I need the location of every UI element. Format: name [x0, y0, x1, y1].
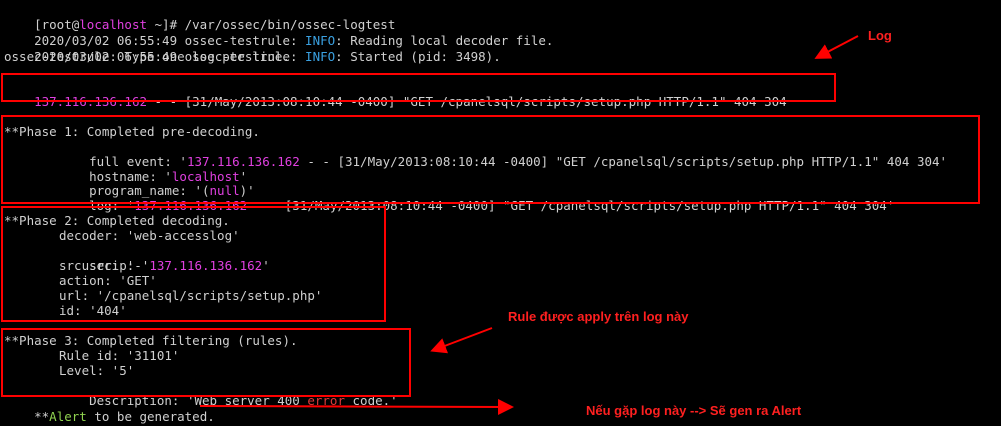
phase2-highlight-box	[1, 206, 386, 322]
header-line-1: 2020/03/02 06:55:49 ossec-testrule: INFO…	[4, 18, 553, 48]
type-prompt-line: ossec-testrule: Type one log per line.	[4, 49, 290, 64]
alert-prefix: **	[34, 409, 50, 424]
alert-word: Alert	[49, 409, 87, 424]
phase3-highlight-box	[1, 328, 411, 397]
terminal-window[interactable]: [root@localhost ~]# /var/ossec/bin/ossec…	[0, 0, 1001, 426]
alert-rest: to be generated.	[86, 409, 215, 424]
log-note: Log	[868, 28, 892, 43]
header-level: INFO	[305, 49, 336, 64]
header-line-2: 2020/03/02 06:55:49 ossec-testrule: INFO…	[4, 34, 501, 64]
header-message: : Started (pid: 3498).	[335, 49, 501, 64]
prompt-line: [root@localhost ~]# /var/ossec/bin/ossec…	[4, 2, 395, 32]
log-arrow-icon	[814, 35, 859, 59]
alert-note: Nếu gặp log này --> Sẽ gen ra Alert	[586, 403, 802, 418]
phase1-highlight-box	[1, 115, 980, 204]
rule-arrow-icon	[430, 327, 493, 354]
log-highlight-box	[1, 73, 836, 102]
rule-note: Rule được apply trên log này	[508, 309, 689, 324]
